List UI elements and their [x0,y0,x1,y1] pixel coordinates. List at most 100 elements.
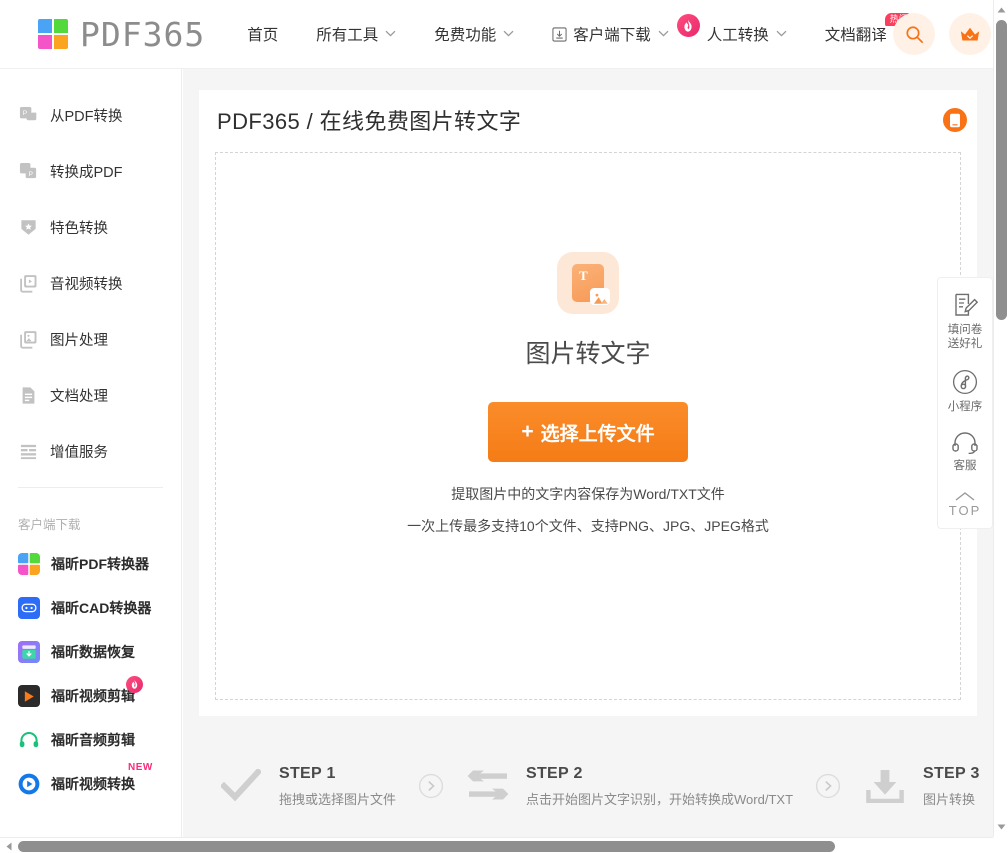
nav-item-document-translation[interactable]: 文档翻译 热门 [824,13,913,45]
top-navigation-bar: PDF365 首页 所有工具 免费功能 客户端下载 人工转换 文档翻译 [0,0,993,69]
scroll-left-arrow-icon[interactable] [1,838,17,853]
app-item-video-converter[interactable]: 福昕视频转换 NEW [0,762,181,795]
app-item-label: 福昕PDF转换器 [51,556,149,572]
scrollbar-corner [993,837,1008,853]
svg-text:P: P [28,170,33,177]
upload-file-button[interactable]: + 选择上传文件 [488,402,688,462]
vertical-scrollbar-thumb[interactable] [996,20,1007,320]
data-recovery-app-icon [18,641,40,663]
pdf-from-icon: P [18,105,38,125]
download-icon [863,764,907,808]
step-description: 拖拽或选择图片文件 [279,791,397,807]
step-title: STEP 1 [279,764,336,782]
status-badge-new: NEW [128,762,153,773]
video-converter-app-icon [18,773,40,795]
video-editor-app-icon [18,685,40,707]
main-nav: 首页 所有工具 免费功能 客户端下载 人工转换 文档翻译 [247,13,925,45]
nav-item-home[interactable]: 首页 [247,23,278,45]
step-arrow-icon [418,773,444,799]
nav-item-free-features[interactable]: 免费功能 [434,23,514,45]
sidebar-item-image-processing[interactable]: 图片处理 [0,319,181,359]
vip-button[interactable] [949,13,991,55]
swap-arrows-icon [466,764,510,808]
miniprogram-label: 小程序 [947,401,983,413]
miniprogram-button[interactable]: 小程序 [947,369,983,414]
file-dropzone[interactable]: T 图片转文字 + 选择上传文件 提取图片中的文字内容保存为Word/TXT文件… [215,152,961,700]
sidebar-item-label: 图片处理 [50,332,108,349]
download-box-icon [552,26,567,42]
nav-item-all-tools[interactable]: 所有工具 [316,23,396,45]
flame-icon [126,676,143,693]
page-title: PDF365 / 在线免费图片转文字 [217,109,522,134]
customer-service-label: 客服 [953,460,977,472]
step-arrow-icon [815,773,841,799]
brand-logo[interactable]: PDF365 [38,15,205,54]
scroll-up-arrow-icon[interactable] [994,2,1008,18]
step-2: STEP 2 点击开始图片文字识别，开始转换成Word/TXT [466,764,793,808]
scroll-down-arrow-icon[interactable] [994,819,1008,835]
tool-name: 图片转文字 [525,340,651,368]
horizontal-scrollbar[interactable] [0,837,1008,853]
nav-item-label: 免费功能 [434,27,497,44]
step-1: STEP 1 拖拽或选择图片文件 [219,764,396,808]
nav-item-label: 人工转换 [706,27,769,44]
sidebar-item-from-pdf[interactable]: P 从PDF转换 [0,95,181,135]
search-icon [905,25,924,44]
app-item-label: 福昕数据恢复 [51,644,135,660]
app-item-label: 福昕视频转换 [51,776,135,792]
mobile-phone-icon[interactable] [943,108,967,132]
step-description: 点击开始图片文字识别，开始转换成Word/TXT [526,791,794,807]
horizontal-scrollbar-thumb[interactable] [18,841,835,852]
check-icon [219,764,263,808]
upload-button-label: 选择上传文件 [540,423,655,445]
chevron-up-icon [954,491,976,502]
sidebar-item-media-conversion[interactable]: 音视频转换 [0,263,181,303]
survey-button[interactable]: 填问卷 送好礼 [947,292,983,351]
sidebar-item-document-processing[interactable]: 文档处理 [0,375,181,415]
app-item-label: 福昕CAD转换器 [51,600,152,616]
app-item-data-recovery[interactable]: 福昕数据恢复 [0,641,181,663]
nav-item-client-download[interactable]: 客户端下载 [552,23,669,45]
chevron-down-icon [503,30,514,37]
search-button[interactable] [893,13,935,55]
flame-icon [676,14,700,37]
customer-service-button[interactable]: 客服 [951,432,979,473]
floating-action-panel: 填问卷 送好礼 小程序 客服 TOP [937,277,993,529]
plus-icon: + [521,420,534,443]
nav-item-manual-conversion[interactable]: 人工转换 [676,14,787,45]
main-content: PDF365 / 在线免费图片转文字 T 图片转文字 + 选择上传文件 提取图片… [183,69,993,837]
nav-item-label: 客户端下载 [573,27,651,44]
sidebar-item-label: 特色转换 [50,220,108,237]
pdf-to-icon: P [18,161,38,181]
app-item-cad-converter[interactable]: 福昕CAD转换器 [0,597,181,619]
step-title: STEP 3 [923,764,980,782]
document-icon [18,385,38,405]
miniprogram-icon [952,369,978,395]
sidebar: P 从PDF转换 P 转换成PDF 特色转换 音视频转换 图片处理 文档处理 增… [0,69,182,837]
chevron-down-icon [385,30,396,37]
svg-text:P: P [22,110,27,117]
survey-label: 填问卷 送好礼 [947,324,983,350]
app-item-pdf-converter[interactable]: 福昕PDF转换器 [0,553,181,575]
steps-bar: STEP 1 拖拽或选择图片文件 STEP 2 点击开始图片文字识别，开始转换成… [199,735,993,837]
sidebar-item-label: 音视频转换 [50,276,123,293]
nav-item-label: 文档翻译 [824,27,887,44]
headset-icon [951,432,979,454]
sidebar-item-value-added-services[interactable]: 增值服务 [0,431,181,471]
step-title: STEP 2 [526,764,583,782]
sidebar-item-label: 文档处理 [50,388,108,405]
step-description: 图片转换 [923,791,976,807]
sidebar-item-label: 从PDF转换 [50,108,123,125]
app-item-audio-editor[interactable]: 福昕音频剪辑 [0,729,181,751]
sidebar-item-label: 转换成PDF [50,164,123,181]
sidebar-item-featured-conversion[interactable]: 特色转换 [0,207,181,247]
upload-hint-primary: 提取图片中的文字内容保存为Word/TXT文件 [451,486,725,502]
list-icon [18,441,38,461]
sidebar-item-to-pdf[interactable]: P 转换成PDF [0,151,181,191]
vertical-scrollbar[interactable] [993,0,1008,837]
app-item-video-editor[interactable]: 福昕视频剪辑 [0,676,181,707]
sidebar-section-title: 客户端下载 [18,518,81,532]
back-to-top-button[interactable]: TOP [949,491,982,518]
step-3: STEP 3 图片转换 [863,764,980,808]
shield-star-icon [18,217,38,237]
